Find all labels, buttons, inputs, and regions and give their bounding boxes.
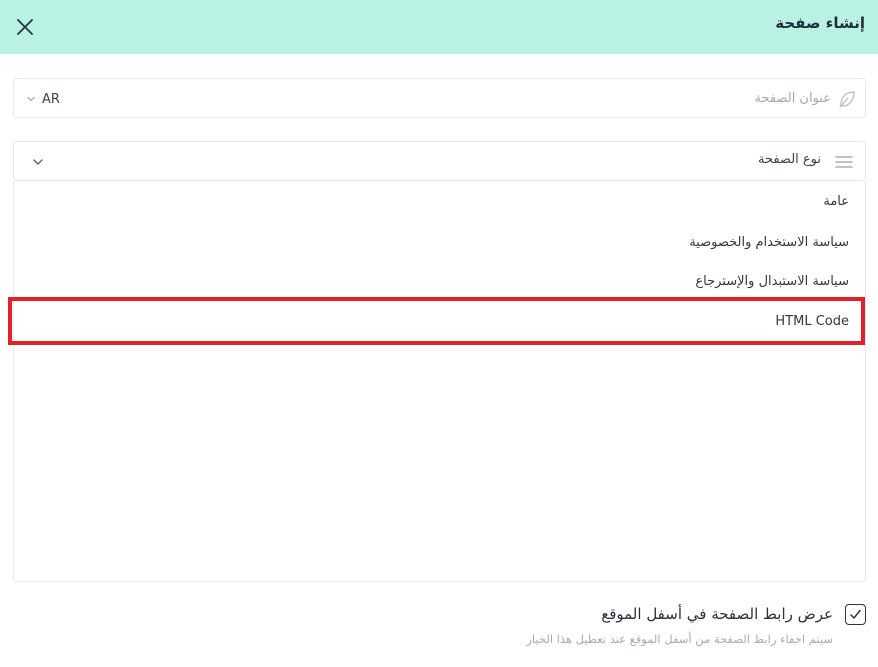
- page-type-options: عامة سياسة الاستخدام والخصوصية سياسة الا…: [13, 181, 866, 582]
- option-usage-privacy-policy[interactable]: سياسة الاستخدام والخصوصية: [14, 223, 865, 263]
- close-icon: [17, 19, 33, 35]
- chevron-down-icon: [33, 159, 43, 165]
- option-exchange-return-policy[interactable]: سياسة الاستبدال والإسترجاع: [14, 262, 865, 302]
- page-type-select[interactable]: نوع الصفحة: [13, 141, 866, 181]
- option-html-code[interactable]: HTML Code: [14, 302, 865, 342]
- show-footer-link-hint: سيتم اخفاء رابط الصفحة من أسفل الموقع عن…: [526, 632, 833, 646]
- language-value: AR: [42, 91, 60, 107]
- show-footer-link-checkbox[interactable]: [845, 604, 866, 625]
- page-title-field: AR: [13, 78, 866, 118]
- feather-icon: [839, 91, 855, 108]
- create-page-dialog: إنشاء صفحة AR نوع الصفحة: [0, 0, 878, 667]
- check-icon: [850, 609, 861, 619]
- page-type-label: نوع الصفحة: [757, 152, 821, 167]
- dialog-title: إنشاء صفحة: [775, 14, 865, 32]
- option-general[interactable]: عامة: [14, 182, 865, 222]
- chevron-down-icon: [27, 96, 35, 102]
- page-title-input[interactable]: [271, 87, 831, 109]
- close-button[interactable]: [14, 16, 36, 38]
- dialog-header: إنشاء صفحة: [0, 0, 878, 54]
- language-select[interactable]: AR: [26, 90, 60, 108]
- list-icon: [835, 156, 853, 168]
- show-footer-link-label: عرض رابط الصفحة في أسفل الموقع: [601, 605, 833, 623]
